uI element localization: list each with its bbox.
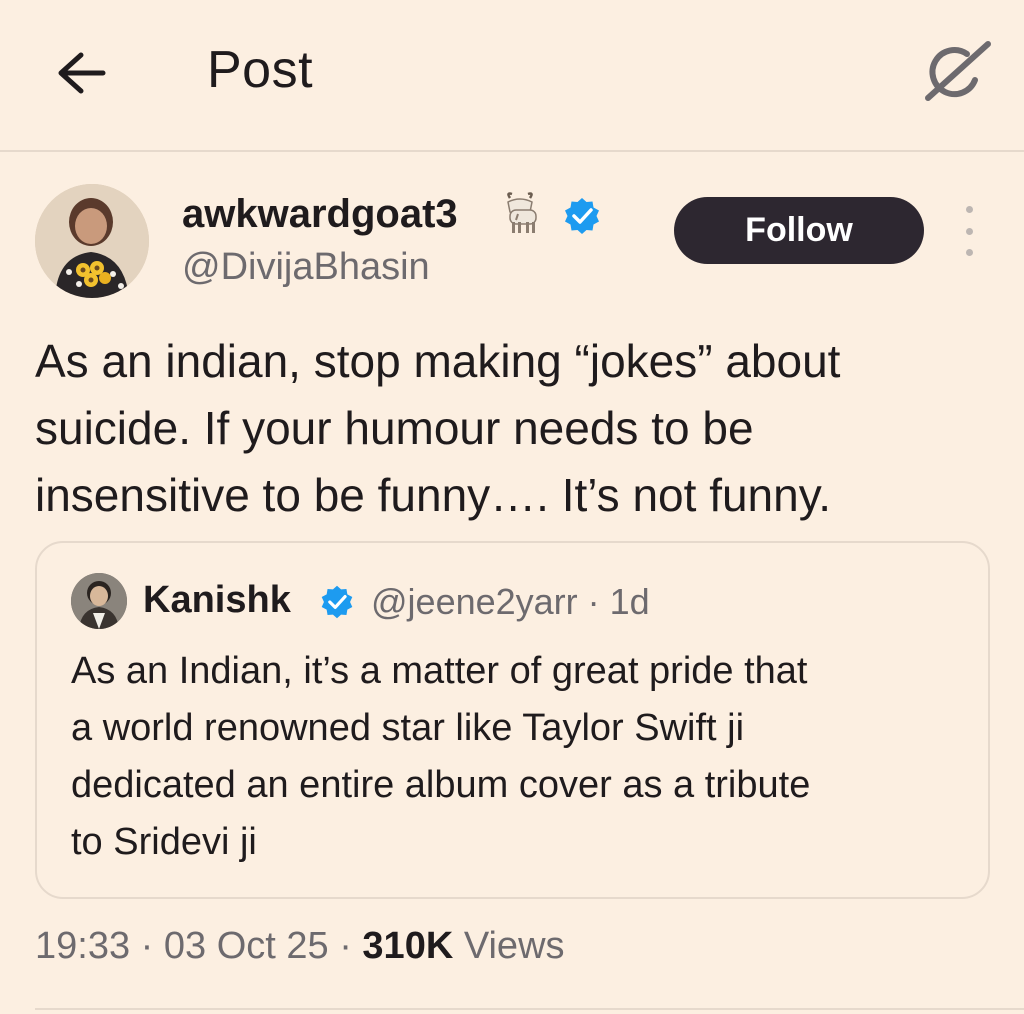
quoted-text-line: dedicated an entire album cover as a tri… bbox=[71, 764, 811, 806]
goat-icon bbox=[500, 190, 546, 236]
verified-badge-icon bbox=[319, 584, 355, 620]
verified-badge-icon bbox=[562, 196, 602, 236]
quoted-text-line: As an Indian, it’s a matter of great pri… bbox=[71, 650, 808, 692]
quoted-author-name[interactable]: Kanishk bbox=[143, 579, 291, 622]
post-text-line: suicide. If your humour needs to be bbox=[35, 402, 754, 454]
post-text-line: As an indian, stop making “jokes” about bbox=[35, 335, 841, 387]
more-options-button[interactable] bbox=[952, 206, 986, 256]
arrow-left-icon bbox=[58, 52, 106, 94]
author-handle[interactable]: @DivijaBhasin bbox=[182, 246, 430, 289]
post-text-line: insensitive to be funny…. It’s not funny… bbox=[35, 469, 832, 521]
avatar-photo bbox=[71, 573, 127, 629]
divider bbox=[35, 1008, 1024, 1010]
quoted-post-card[interactable]: Kanishk @jeene2yarr · 1d As an Indian, i… bbox=[35, 541, 990, 899]
quoted-author-handle-time: @jeene2yarr · 1d bbox=[371, 581, 650, 622]
post-date: 03 Oct 25 bbox=[163, 925, 329, 967]
meta-separator: · bbox=[140, 925, 154, 967]
post-metadata: 19:33 · 03 Oct 25 · 310K Views bbox=[35, 925, 565, 968]
follow-button[interactable]: Follow bbox=[674, 197, 924, 264]
views-label: Views bbox=[463, 925, 565, 967]
post-text: As an indian, stop making “jokes” about … bbox=[35, 328, 995, 529]
back-button[interactable] bbox=[50, 42, 112, 104]
avatar-photo bbox=[35, 184, 149, 298]
quoted-post-text: As an Indian, it’s a matter of great pri… bbox=[71, 643, 951, 871]
meta-separator: · bbox=[339, 925, 352, 967]
quoted-author-avatar[interactable] bbox=[71, 573, 127, 629]
views-count[interactable]: 310K bbox=[362, 925, 453, 967]
author-name[interactable]: awkwardgoat3 bbox=[182, 192, 458, 237]
page-title: Post bbox=[207, 41, 314, 99]
top-bar: Post bbox=[0, 0, 1024, 152]
grok-button[interactable] bbox=[920, 38, 994, 104]
quoted-text-line: a world renowned star like Taylor Swift … bbox=[71, 707, 745, 749]
more-vertical-icon bbox=[965, 206, 973, 213]
post-time: 19:33 bbox=[35, 925, 131, 967]
quoted-text-line: to Sridevi ji bbox=[71, 821, 257, 863]
grok-icon bbox=[925, 41, 991, 101]
author-avatar[interactable] bbox=[35, 184, 149, 298]
